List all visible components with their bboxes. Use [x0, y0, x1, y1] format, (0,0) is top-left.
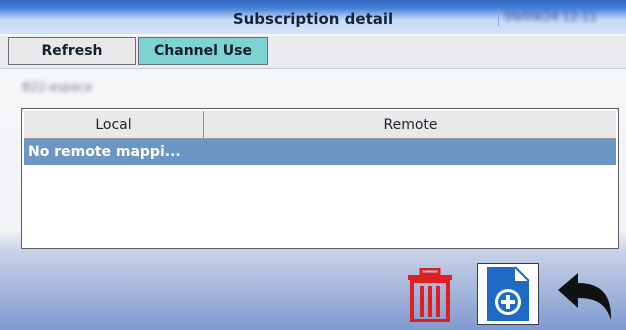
- mapping-table: Local Remote No remote mappi...: [21, 108, 619, 249]
- trash-icon: [408, 267, 452, 323]
- back-button[interactable]: [556, 270, 616, 322]
- delete-button[interactable]: [405, 267, 455, 323]
- add-mapping-button[interactable]: [477, 263, 539, 325]
- title-separator: [498, 10, 499, 26]
- back-arrow-icon: [558, 273, 612, 320]
- column-header-remote[interactable]: Remote: [205, 111, 616, 138]
- table-row[interactable]: No remote mappi...: [24, 139, 616, 165]
- table-header: Local Remote: [24, 111, 616, 139]
- column-header-local[interactable]: Local: [24, 111, 204, 138]
- refresh-button[interactable]: Refresh: [8, 37, 136, 65]
- datetime-display: 09/09/24 12:11: [504, 10, 597, 25]
- tab-bar: Refresh Channel Use: [0, 36, 626, 69]
- subscription-name: B22-espace: [22, 80, 93, 94]
- tab-channel-use[interactable]: Channel Use: [138, 37, 268, 65]
- new-document-icon: [487, 266, 530, 321]
- title-bar: Subscription detail 09/09/24 12:11: [0, 0, 626, 34]
